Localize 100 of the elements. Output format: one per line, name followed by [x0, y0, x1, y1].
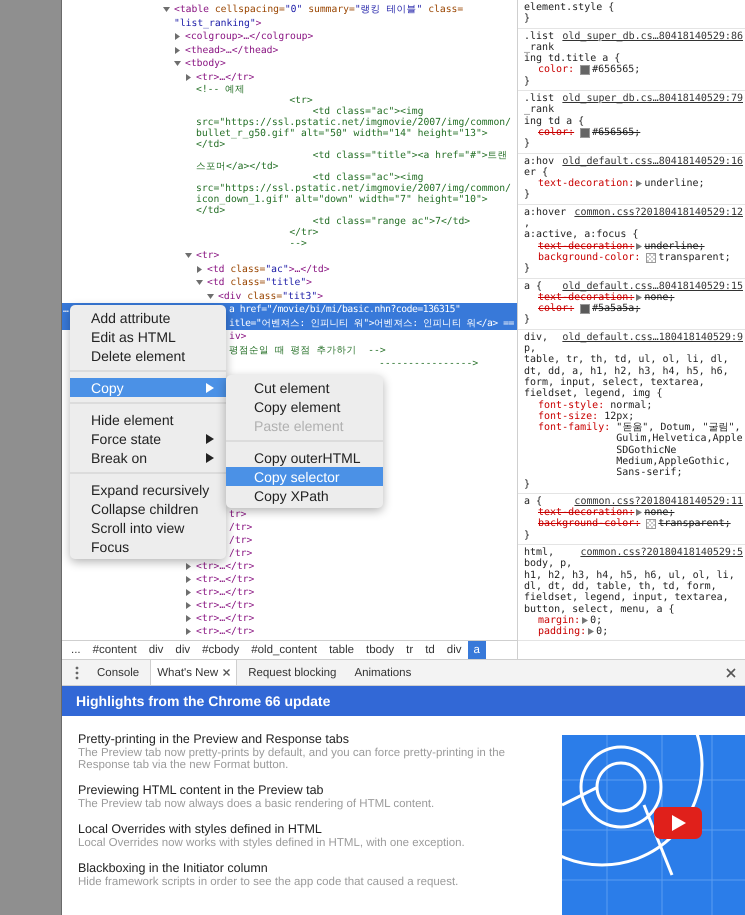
menu-item[interactable]: Collapse children — [70, 499, 226, 518]
disclosure-triangle-icon[interactable] — [185, 628, 192, 635]
css-property-name[interactable]: padding: — [538, 626, 586, 638]
html-element-text[interactable]: <table cellspacing="0" summary="랭킹 테이블" class= "list_ranking"> — [174, 3, 464, 30]
css-property-value[interactable]: #656565; — [592, 64, 743, 76]
html-element-text[interactable]: /tr> — [229, 547, 252, 560]
expand-triangle-icon[interactable] — [636, 242, 642, 250]
html-element-text[interactable]: <tr>…</tr> — [196, 599, 254, 612]
html-comment-text[interactable]: 평점순일 때 평점 추가하기 --> — [229, 344, 386, 357]
html-element-text[interactable]: <colgroup>…</colgroup> — [185, 30, 314, 44]
breadcrumb-item[interactable]: div — [440, 641, 468, 659]
stylesheet-link[interactable]: common.css?20180418140529:11 — [574, 496, 743, 508]
css-property-value[interactable]: normal; — [610, 400, 743, 411]
drawer-tab[interactable]: Animations — [347, 660, 418, 685]
breadcrumb-item[interactable]: td — [419, 641, 441, 659]
menu-item[interactable]: Copy element — [226, 397, 383, 416]
menu-item[interactable]: Cut element — [226, 378, 383, 397]
html-element-text[interactable]: <div class="tit3"> — [218, 290, 324, 303]
disclosure-triangle-icon[interactable] — [185, 563, 192, 570]
menu-item[interactable]: Force state — [70, 429, 226, 448]
breadcrumb-item[interactable]: tr — [400, 641, 420, 659]
stylesheet-link[interactable]: old_super_db.cs…80418140529:79 — [562, 93, 743, 104]
menu-item[interactable]: Hide element — [70, 410, 226, 429]
stylesheet-link[interactable]: old_default.css…80418140529:15 — [562, 280, 743, 292]
menu-item[interactable]: Break on — [70, 448, 226, 467]
css-property-value[interactable]: transparent; — [658, 518, 743, 530]
drawer-tab[interactable]: Console — [90, 660, 146, 685]
html-element-text[interactable]: <tr>…</tr> — [196, 612, 254, 625]
breadcrumb-item[interactable]: #old_content — [245, 641, 324, 659]
css-property-value[interactable]: none; — [644, 292, 743, 304]
breadcrumb-item[interactable]: #cbody — [196, 641, 246, 659]
breadcrumb-item[interactable]: div — [142, 641, 170, 659]
menu-item[interactable]: Delete element — [70, 346, 226, 365]
html-element-text[interactable]: /tr> — [229, 534, 252, 547]
html-element-text[interactable]: <tr>…</tr> — [196, 70, 254, 84]
css-property-name[interactable]: color: — [538, 126, 574, 138]
css-property-name[interactable]: text-decoration: — [538, 507, 634, 518]
css-property-name[interactable]: color: — [538, 64, 574, 76]
html-element-text[interactable]: <td class="title"> — [207, 276, 312, 290]
css-property-value[interactable]: 0; — [596, 626, 743, 638]
html-element-text[interactable]: a href="/movie/bi/mi/basic.nhn?code=136315" itle="어벤져스: 인피니티 워">어벤져스: 인피니티 워</a> == — [229, 303, 514, 330]
drawer-tab[interactable]: What's New — [150, 660, 238, 685]
disclosure-triangle-icon[interactable] — [196, 266, 203, 272]
menu-item[interactable]: Scroll into view — [70, 518, 226, 537]
html-element-text[interactable]: <tr>…</tr> — [196, 625, 254, 638]
disclosure-triangle-icon[interactable] — [174, 60, 181, 67]
css-property-name[interactable]: margin: — [538, 614, 580, 626]
stylesheet-link[interactable]: old_default.css…180418140529:9 — [562, 332, 743, 344]
html-element-text[interactable]: tr> — [229, 508, 247, 521]
css-property-name[interactable]: font-size: — [538, 410, 598, 422]
css-property-name[interactable]: text-decoration: — [538, 240, 634, 252]
css-property-value[interactable]: "돋움", Dotum, "굴림", Gulim,Helvetica,AppleSDGothicNe Medium,AppleGothic, Sans-serif; — [616, 422, 743, 479]
expand-triangle-icon[interactable] — [636, 294, 642, 301]
css-property-value[interactable]: transparent; — [658, 252, 743, 264]
html-element-text[interactable]: <tr> — [196, 249, 220, 262]
breadcrumb-item[interactable]: tbody — [360, 641, 400, 659]
color-swatch[interactable] — [646, 519, 656, 530]
disclosure-triangle-icon[interactable] — [185, 602, 192, 609]
close-icon[interactable] — [223, 669, 230, 676]
close-icon[interactable] — [726, 668, 736, 678]
css-property-value[interactable]: underline; — [644, 178, 743, 190]
expand-triangle-icon[interactable] — [588, 628, 594, 636]
color-swatch[interactable] — [580, 65, 590, 76]
html-element-text[interactable]: iv> — [229, 330, 247, 344]
disclosure-triangle-icon[interactable] — [185, 615, 192, 622]
html-element-text[interactable]: <tr>…</tr> — [196, 560, 254, 573]
expand-triangle-icon[interactable] — [582, 616, 588, 624]
more-options-icon[interactable] — [74, 666, 80, 680]
html-element-text[interactable]: <td class="ac">…</td> — [207, 262, 330, 276]
drawer-tab[interactable]: Request blocking — [241, 660, 344, 685]
breadcrumb-item[interactable]: div — [169, 641, 196, 659]
menu-item[interactable]: Add attribute — [70, 308, 226, 327]
stylesheet-link[interactable]: old_super_db.cs…80418140529:86 — [562, 30, 743, 42]
breadcrumb-item[interactable]: #content — [86, 641, 143, 659]
menu-item[interactable]: Copy XPath — [226, 486, 383, 505]
html-comment-text[interactable]: <!-- 예제 <tr> <td class="ac"><img src="https://ssl.pstatic.net/imgmovie/2007/img/common/ bullet_r_g50.gif" alt="50" width="14" height="13"> </td> <td class="title"><a href="#">트랜 스포머</a></td> <td class="ac"><img src="https://ssl.pstatic.net/imgmovie/2007/img/common/ icon_down_1.gif" alt="down" width="7" height="10"> </td> <td class="range ac">7</td> </tr> --> — [196, 84, 511, 249]
disclosure-triangle-icon[interactable] — [163, 6, 170, 13]
css-property-name[interactable]: background-color: — [538, 252, 640, 264]
html-comment-text[interactable]: ----------------> — [379, 357, 478, 370]
breadcrumb-item[interactable]: a — [468, 641, 486, 659]
css-property-value[interactable]: 12px; — [604, 410, 743, 422]
menu-item[interactable]: Copy outerHTML — [226, 448, 383, 467]
menu-item[interactable]: Edit as HTML — [70, 327, 226, 346]
css-property-name[interactable]: color: — [538, 303, 574, 314]
css-property-name[interactable]: font-style: — [538, 400, 604, 411]
disclosure-triangle-icon[interactable] — [207, 292, 214, 300]
css-property-value[interactable]: underline; — [644, 240, 743, 252]
disclosure-triangle-icon[interactable] — [185, 576, 192, 583]
stylesheet-link[interactable]: common.css?20180418140529:12 — [574, 206, 743, 218]
disclosure-triangle-icon[interactable] — [185, 74, 192, 80]
stylesheet-link[interactable]: common.css?20180418140529:5 — [580, 547, 743, 558]
css-property-name[interactable]: text-decoration: — [538, 292, 634, 304]
disclosure-triangle-icon[interactable] — [196, 279, 203, 286]
expand-triangle-icon[interactable] — [636, 180, 642, 188]
expand-triangle-icon[interactable] — [636, 509, 642, 516]
breadcrumb-item[interactable]: ... — [65, 641, 87, 659]
html-element-text[interactable]: <tr>…</tr> — [196, 586, 254, 599]
css-property-value[interactable]: 0; — [590, 614, 743, 626]
css-property-value[interactable]: #656565; — [592, 126, 743, 138]
color-swatch[interactable] — [646, 252, 656, 263]
